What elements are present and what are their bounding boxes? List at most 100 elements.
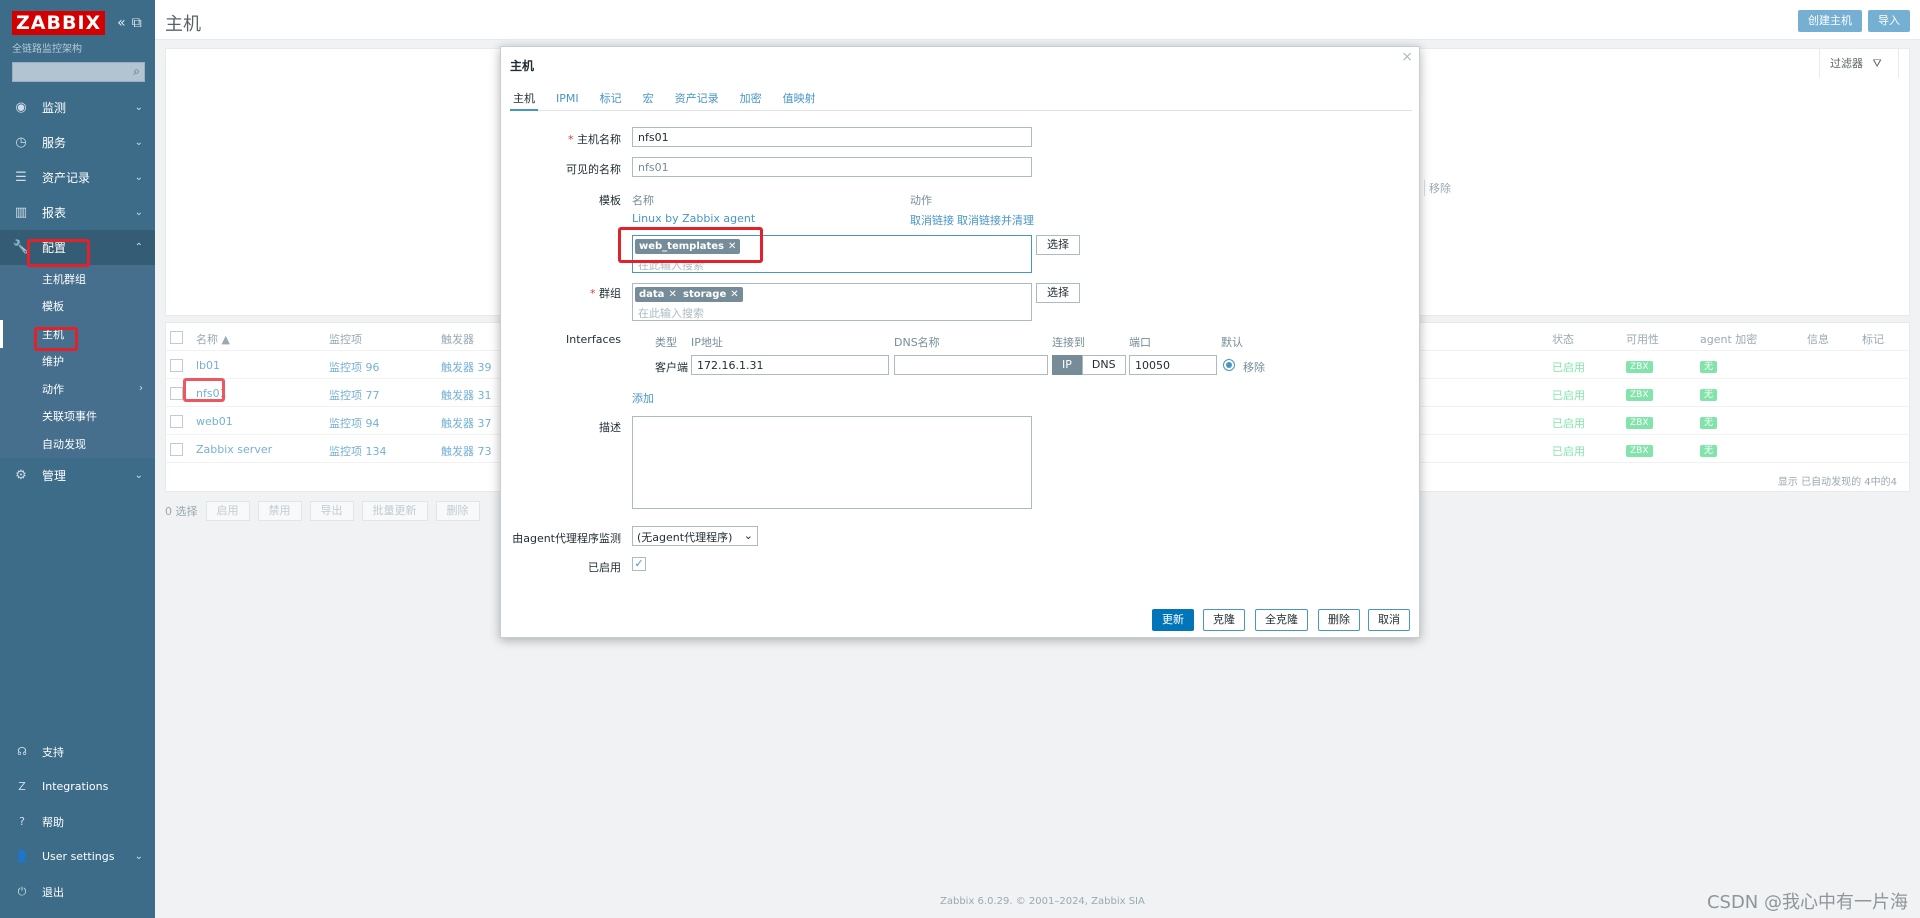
enabled-label: 已启用 [588,561,621,574]
list-icon: ☰ [15,170,27,185]
submenu-discovery[interactable]: 自动发现 [0,430,155,458]
linked-template-link[interactable]: Linux by Zabbix agent [632,212,755,225]
menu-integrations-label: Integrations [42,780,109,793]
menu-inventory[interactable]: ☰ 资产记录 ⌄ [0,160,155,195]
remove-chip-icon[interactable]: ✕ [730,289,738,300]
menu-reports-label: 报表 [42,206,67,220]
chevron-down-icon: ⌄ [134,469,143,481]
chevron-down-icon: ⌄ [134,102,143,113]
configuration-submenu: 主机群组 模板 主机 维护 动作 › 关联项事件 自动发现 [0,265,155,458]
sidebar-search-input[interactable]: ⌕ [12,62,145,82]
description-label: 描述 [599,421,621,434]
menu-help[interactable]: ? 帮助 [0,804,155,839]
menu-help-label: 帮助 [42,815,64,829]
if-col-type: 类型 [655,336,677,349]
update-button[interactable]: 更新 [1152,609,1194,631]
sidebar-bottom-nav: ☊ 支持 Z Integrations ? 帮助 👤 User settings… [0,734,155,909]
chevron-up-icon: ⌃ [134,242,143,253]
menu-services[interactable]: ◷ 服务 ⌄ [0,125,155,160]
host-name-label: * 主机名称 [501,131,621,147]
connect-ip-option[interactable]: IP [1052,355,1082,375]
description-textarea[interactable] [632,416,1032,509]
submenu-maintenance[interactable]: 维护 [0,348,155,376]
default-interface-radio[interactable] [1223,359,1235,371]
proxy-select-value: (无agent代理程序) [637,531,733,544]
eye-icon: ◉ [15,100,27,115]
unlink-button[interactable]: 取消链接 [910,212,954,228]
if-col-default: 默认 [1221,336,1243,349]
connect-dns-option[interactable]: DNS [1081,355,1126,375]
full-clone-button[interactable]: 全克隆 [1255,609,1308,631]
interface-ip-input[interactable]: 172.16.1.31 [691,355,889,375]
group-chip: data ✕ [635,287,681,302]
menu-sign-out-label: 退出 [42,885,64,899]
menu-administration-label: 管理 [42,468,67,483]
chevron-right-icon: › [139,383,143,395]
menu-user-settings-label: User settings [42,850,115,863]
add-interface-link[interactable]: 添加 [632,390,654,406]
menu-user-settings[interactable]: 👤 User settings ⌄ [0,839,155,874]
tab-macros[interactable]: 宏 [640,91,657,111]
submenu-host-groups[interactable]: 主机群组 [0,265,155,293]
chevron-down-icon: ⌄ [134,172,143,183]
host-edit-dialog: 主机 × 主机 IPMI 标记 宏 资产记录 加密 值映射 * 主机名称 nfs… [500,46,1420,638]
connect-to-toggle: IP DNS [1052,355,1126,375]
dialog-title: 主机 [510,59,535,73]
groups-select-button[interactable]: 选择 [1036,283,1080,303]
chevron-down-icon: ⌄ [743,529,753,542]
groups-multiselect[interactable]: data ✕ storage ✕ 在此输入搜索 [632,283,1032,321]
kiosk-mode-icon[interactable]: ⧉ [132,15,142,31]
template-select-button[interactable]: 选择 [1036,235,1080,255]
tab-encryption[interactable]: 加密 [737,91,765,111]
if-col-port: 端口 [1129,336,1151,349]
group-chip: storage ✕ [679,287,743,302]
cancel-button[interactable]: 取消 [1368,609,1410,631]
menu-reports[interactable]: ▥ 报表 ⌄ [0,195,155,230]
collapse-sidebar-icon[interactable]: « [117,15,126,31]
interface-remove-link[interactable]: 移除 [1243,359,1265,375]
menu-sign-out[interactable]: ⏻ 退出 [0,874,155,909]
zabbix-logo[interactable]: ZABBIX [12,11,106,35]
host-name-input[interactable]: nfs01 [632,127,1032,147]
remove-chip-icon[interactable]: ✕ [668,289,676,300]
group-chip-label: data [639,289,665,300]
highlight-box-hosts [34,327,78,351]
chevron-down-icon: ⌄ [134,137,143,148]
tab-ipmi[interactable]: IPMI [553,91,582,111]
chevron-down-icon: ⌄ [134,207,143,218]
tab-value-mapping[interactable]: 值映射 [780,91,819,111]
interface-port-input[interactable]: 10050 [1129,355,1217,375]
menu-administration[interactable]: ⚙ 管理 ⌄ [0,458,155,493]
submenu-event-correlation[interactable]: 关联项事件 [0,403,155,431]
clone-button[interactable]: 克隆 [1203,609,1245,631]
submenu-actions[interactable]: 动作 › [0,375,155,403]
enabled-checkbox[interactable]: ✓ [632,557,646,571]
interfaces-label: Interfaces [566,333,621,346]
visible-name-input[interactable]: nfs01 [632,157,1032,177]
interface-dns-input[interactable] [894,355,1048,375]
csdn-watermark: CSDN @我心中有一片海 [1706,892,1908,913]
menu-monitoring[interactable]: ◉ 监测 ⌄ [0,90,155,125]
tab-inventory[interactable]: 资产记录 [672,91,722,111]
z-icon: Z [18,780,26,793]
groups-label: * 群组 [501,285,621,301]
server-subtitle: 全链路监控架构 [12,44,82,55]
tab-tags[interactable]: 标记 [597,91,625,111]
tab-host[interactable]: 主机 [510,91,538,111]
close-icon[interactable]: × [1401,49,1413,65]
question-icon: ? [19,815,25,828]
proxy-select[interactable]: (无agent代理程序) ⌄ [632,526,758,546]
menu-integrations[interactable]: Z Integrations [0,769,155,804]
dialog-tabs: 主机 IPMI 标记 宏 资产记录 加密 值映射 [510,91,1412,111]
group-chip-label: storage [683,289,727,300]
menu-support[interactable]: ☊ 支持 [0,734,155,769]
interface-type: 客户端 [655,361,688,374]
host-name-label-text: 主机名称 [577,133,621,146]
required-mark: * [590,287,599,300]
if-col-connect: 连接到 [1052,336,1085,349]
submenu-templates[interactable]: 模板 [0,293,155,321]
unlink-and-clear-button[interactable]: 取消链接并清理 [957,212,1034,228]
search-icon[interactable]: ⌕ [133,64,140,79]
required-mark: * [568,133,577,146]
delete-button[interactable]: 删除 [1318,609,1360,631]
